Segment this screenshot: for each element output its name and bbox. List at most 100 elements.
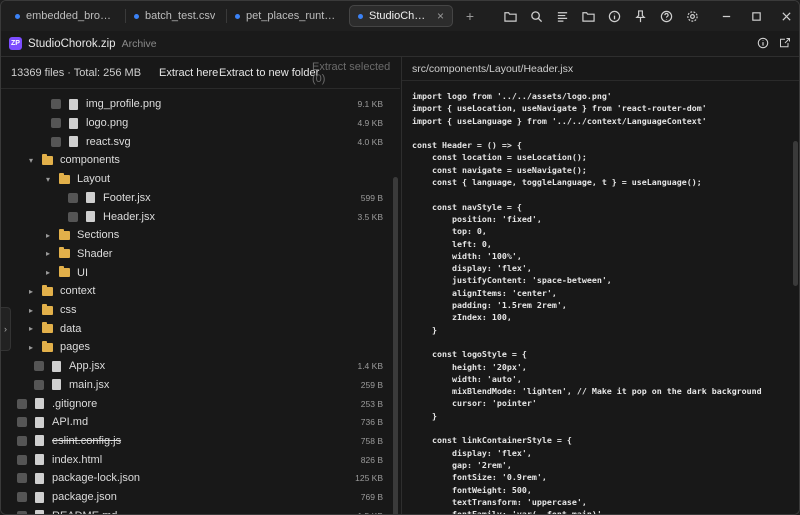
tree-file-row[interactable]: logo.png 4.9 KB (1, 114, 391, 133)
file-size: 259 B (360, 379, 383, 390)
file-icon (35, 398, 44, 410)
info-icon[interactable] (757, 37, 769, 52)
chevron-right-icon[interactable]: ▸ (26, 287, 36, 296)
tree-folder-row[interactable]: ▸ UI (1, 263, 391, 282)
file-icon (35, 435, 44, 447)
file-size: 769 B (360, 492, 383, 503)
gear-icon[interactable] (679, 3, 705, 29)
code-line: const logoStyle = { (412, 349, 527, 360)
help-icon[interactable] (653, 3, 679, 29)
maximize-button[interactable] (741, 1, 771, 31)
tab-pet-places[interactable]: pet_places_runtime_e... (227, 5, 345, 27)
tree-file-row[interactable]: App.jsx 1.4 KB (1, 357, 391, 376)
file-size: 599 B (360, 192, 383, 203)
tree-folder-row[interactable]: ▸ data (1, 319, 391, 338)
select-checkbox[interactable] (17, 492, 27, 503)
select-checkbox[interactable] (17, 398, 27, 409)
select-checkbox[interactable] (17, 473, 27, 484)
code-line: const navigate = useNavigate(); (412, 164, 587, 175)
tree-item-name: eslint.config.js (52, 434, 122, 447)
tab-batch-test[interactable]: batch_test.csv (126, 5, 226, 27)
select-checkbox[interactable] (17, 435, 27, 446)
tree-scrollbar[interactable] (393, 177, 398, 514)
tree-file-row[interactable]: img_profile.png 9.1 KB (1, 95, 391, 114)
preview-scrollbar[interactable] (793, 141, 798, 286)
chevron-right-icon[interactable]: › (1, 307, 11, 351)
select-checkbox[interactable] (51, 136, 61, 147)
align-lines-icon[interactable] (549, 3, 575, 29)
select-checkbox[interactable] (51, 118, 61, 129)
tree-item-name: Header.jsx (103, 210, 155, 223)
folder-open-icon[interactable] (497, 3, 523, 29)
tree-file-row[interactable]: API.md 736 B (1, 413, 391, 432)
chevron-right-icon[interactable]: ▸ (26, 324, 36, 333)
tree-file-row[interactable]: Footer.jsx 599 B (1, 189, 391, 208)
tree-file-row[interactable]: Header.jsx 3.5 KB (1, 207, 391, 226)
file-icon (52, 379, 61, 391)
extract-here-button[interactable]: Extract here (159, 57, 218, 89)
select-checkbox[interactable] (34, 361, 44, 372)
chevron-right-icon[interactable]: ▸ (26, 343, 36, 352)
info-icon[interactable] (601, 3, 627, 29)
select-checkbox[interactable] (51, 99, 61, 110)
file-icon (86, 211, 95, 223)
chevron-right-icon[interactable]: ▸ (43, 268, 53, 277)
tab-label: embedded_browser.rs (26, 10, 117, 22)
code-line: import logo from '../../assets/logo.png' (412, 91, 612, 101)
file-size: 736 B (360, 417, 383, 428)
chevron-right-icon[interactable]: ▸ (26, 306, 36, 315)
file-icon (52, 360, 61, 372)
close-tab-icon[interactable]: × (437, 10, 444, 22)
file-icon (69, 136, 78, 148)
select-checkbox[interactable] (17, 417, 27, 428)
tree-folder-row[interactable]: ▾ Layout (1, 170, 391, 189)
tree-folder-row[interactable]: ▾ components (1, 151, 391, 170)
tree-file-row[interactable]: .gitignore 253 B (1, 394, 391, 413)
tree-file-row[interactable]: package.json 769 B (1, 488, 391, 507)
tree-folder-row[interactable]: ▸ Shader (1, 245, 391, 264)
select-checkbox[interactable] (34, 379, 44, 390)
pin-icon[interactable] (627, 3, 653, 29)
tab-embedded-browser[interactable]: embedded_browser.rs (7, 5, 125, 27)
new-tab-button[interactable]: + (459, 8, 481, 24)
minimize-button[interactable] (711, 1, 741, 31)
tree-file-row[interactable]: README.md 1.5 KB (1, 506, 391, 514)
extract-new-folder-button[interactable]: Extract to new folder (219, 57, 319, 89)
tree-folder-row[interactable]: ▸ context (1, 282, 391, 301)
chevron-right-icon[interactable]: ▸ (43, 249, 53, 258)
chevron-right-icon[interactable]: ▸ (43, 231, 53, 240)
code-line: import { useLanguage } from '../../conte… (412, 115, 707, 126)
folder-icon[interactable] (575, 3, 601, 29)
close-window-button[interactable] (771, 1, 799, 31)
tree-folder-row[interactable]: ▸ Sections (1, 226, 391, 245)
select-checkbox[interactable] (17, 454, 27, 465)
tree-folder-row[interactable]: ▸ css (1, 301, 391, 320)
tree-file-row[interactable]: eslint.config.js 758 B (1, 432, 391, 451)
code-line: position: 'fixed', (412, 213, 542, 224)
code-line: fontFamily: 'var(--font-main)', (412, 509, 607, 515)
extract-selected-button[interactable]: Extract selected (0) (312, 57, 400, 89)
open-external-icon[interactable] (779, 37, 791, 52)
tree-file-row[interactable]: main.jsx 259 B (1, 376, 391, 395)
code-line: left: 0, (412, 238, 492, 249)
tab-label: batch_test.csv (145, 10, 216, 22)
code-line: cursor: 'pointer' (412, 398, 537, 409)
select-checkbox[interactable] (68, 211, 78, 222)
tree-folder-row[interactable]: ▸ pages (1, 338, 391, 357)
tree-file-row[interactable]: react.svg 4.0 KB (1, 132, 391, 151)
code-line: top: 0, (412, 226, 487, 237)
tree-file-row[interactable]: index.html 826 B (1, 450, 391, 469)
tree-item-name: UI (77, 266, 88, 279)
tab-bar: embedded_browser.rs batch_test.csv pet_p… (1, 1, 799, 31)
tab-studiochorok-zip[interactable]: StudioChorok.zip × (349, 5, 453, 27)
chevron-down-icon[interactable]: ▾ (43, 175, 53, 184)
select-checkbox[interactable] (17, 510, 27, 514)
tree-file-row[interactable]: package-lock.json 125 KB (1, 469, 391, 488)
search-icon[interactable] (523, 3, 549, 29)
code-line: justifyContent: 'space-between', (412, 275, 612, 286)
chevron-down-icon[interactable]: ▾ (26, 156, 36, 165)
file-size: 4.0 KB (357, 136, 383, 147)
file-size: 9.1 KB (357, 99, 383, 110)
select-checkbox[interactable] (68, 192, 78, 203)
